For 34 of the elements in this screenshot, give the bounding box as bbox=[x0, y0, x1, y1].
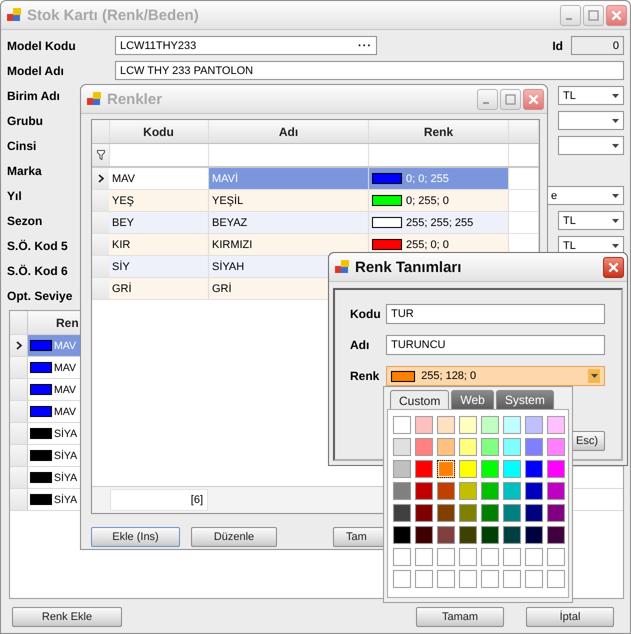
table-cell: BEYAZ bbox=[209, 212, 369, 233]
table-cell: 0; 255; 0 bbox=[406, 194, 449, 206]
table-cell: MAV bbox=[109, 168, 209, 189]
field-label: Marka bbox=[7, 164, 42, 178]
table-cell: GRİ bbox=[109, 278, 209, 299]
table-cell: KIR bbox=[109, 234, 209, 255]
table-cell: KIRMIZI bbox=[209, 234, 369, 255]
field-label: Grubu bbox=[7, 114, 43, 128]
field-value: LCW11THY233 bbox=[120, 40, 196, 52]
field-label: Cinsi bbox=[7, 138, 36, 152]
field-label: Model Kodu bbox=[7, 38, 76, 52]
field-label: Opt. Seviye bbox=[7, 288, 72, 302]
window-title: Renkler bbox=[107, 90, 164, 108]
column-header: Ren bbox=[56, 316, 79, 330]
table-cell: 0; 0; 255 bbox=[406, 172, 449, 184]
table-cell: YEŞİL bbox=[209, 190, 369, 211]
field-label: Yıl bbox=[7, 188, 22, 202]
field-label: S.Ö. Kod 6 bbox=[7, 264, 68, 278]
field-label: Renk bbox=[350, 369, 380, 383]
field-label: S.Ö. Kod 5 bbox=[7, 238, 68, 252]
field-label: Id bbox=[552, 38, 563, 52]
table-cell: SİY bbox=[109, 256, 209, 277]
field-label: Adı bbox=[350, 338, 370, 352]
field-label: Model Adı bbox=[7, 64, 64, 78]
table-cell: YEŞ bbox=[109, 190, 209, 211]
field-label: Birim Adı bbox=[7, 88, 60, 102]
row-count: [6] bbox=[110, 489, 208, 511]
table-cell: 255; 0; 0 bbox=[406, 238, 449, 250]
field-label: Sezon bbox=[7, 214, 42, 228]
table-cell: MAVİ bbox=[209, 168, 369, 189]
field-label: Kodu bbox=[350, 307, 382, 321]
window-title: Stok Kartı (Renk/Beden) bbox=[27, 6, 200, 24]
table-cell: BEY bbox=[109, 212, 209, 233]
table-cell: 255; 255; 255 bbox=[406, 216, 474, 228]
